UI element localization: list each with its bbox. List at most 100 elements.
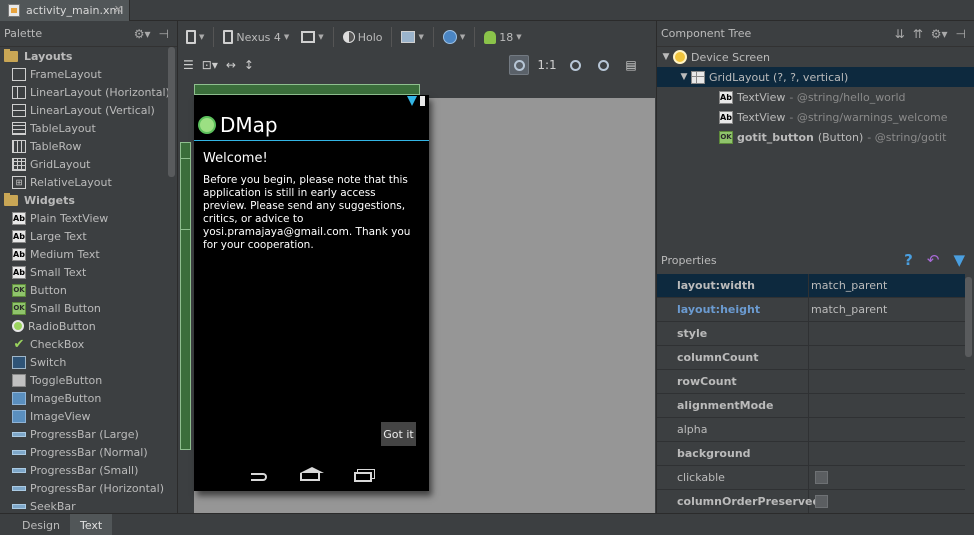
property-row-alignmentmode[interactable]: alignmentMode [657,394,965,418]
zoom-to-fit-button[interactable] [509,55,529,75]
gear-icon[interactable]: ⚙▾ [134,27,151,41]
gotit-button[interactable]: Got it [381,422,416,446]
palette-item-progressbar-small[interactable]: ProgressBar (Small) [0,461,177,479]
palette-category-layouts[interactable]: Layouts [0,47,177,65]
activity-selector[interactable]: ▼ [398,26,426,48]
property-row-columncount[interactable]: columnCount [657,346,965,370]
property-row-rowcount[interactable]: rowCount [657,370,965,394]
zoom-in-button[interactable] [565,55,585,75]
palette-item-framelayout[interactable]: FrameLayout [0,65,177,83]
property-value[interactable] [809,442,965,465]
tab-design[interactable]: Design [12,514,70,535]
toolbar-separator [474,27,476,47]
property-row-style[interactable]: style [657,322,965,346]
expand-all-icon[interactable]: ⇊ [895,27,905,41]
layout-toolbar: ☰ ⊡▾ ↔ ↕ 1:1 ▤ [179,53,655,77]
welcome-textview[interactable]: Welcome! [203,151,420,166]
palette-item-button[interactable]: OK Button [0,281,177,299]
property-row-alpha[interactable]: alpha [657,418,965,442]
file-icon [186,30,196,44]
theme-selector[interactable]: Holo [340,26,386,48]
hide-panel-icon[interactable]: ⊣ [159,27,169,41]
expand-triangle-icon[interactable]: ▼ [659,52,673,62]
collapse-all-icon[interactable]: ⇈ [913,27,923,41]
palette-item-checkbox[interactable]: ✔ CheckBox [0,335,177,353]
palette-item-switch[interactable]: Switch [0,353,177,371]
palette-item-progressbar-horizontal[interactable]: ProgressBar (Horizontal) [0,479,177,497]
tree-node-gotit-button[interactable]: OK gotit_button (Button) - @string/gotit [657,127,974,147]
palette-item-linearlayout-horizontal[interactable]: LinearLayout (Horizontal) [0,83,177,101]
expand-triangle-icon[interactable]: ▼ [677,72,691,82]
property-value[interactable] [809,394,965,417]
actual-size-button[interactable]: 1:1 [537,55,557,75]
property-row-columnorderpreserved[interactable]: columnOrderPreserved [657,490,965,514]
palette-item-progressbar-large[interactable]: ProgressBar (Large) [0,425,177,443]
properties-scrollbar[interactable] [965,277,972,357]
toolbar-separator [391,27,393,47]
orientation-button[interactable]: ▼ [298,26,326,48]
property-row-layout-height[interactable]: layout:height match_parent [657,298,965,322]
palette-item-radiobutton[interactable]: RadioButton [0,317,177,335]
tree-node-gridlayout[interactable]: ▼ GridLayout (?, ?, vertical) [657,67,974,87]
api-level-selector[interactable]: 18 ▼ [481,26,524,48]
palette-item-small-button[interactable]: OK Small Button [0,299,177,317]
property-value[interactable] [809,418,965,441]
palette-item-seekbar[interactable]: SeekBar [0,497,177,513]
relative-layout-icon: ⊞ [12,175,26,189]
palette-item-label: ProgressBar (Normal) [30,445,148,459]
gear-icon[interactable]: ⚙▾ [931,27,948,41]
palette-item-small-text[interactable]: Ab Small Text [0,263,177,281]
orientation-toggle-icon[interactable]: ☰ [183,58,194,72]
palette-item-togglebutton[interactable]: ToggleButton [0,371,177,389]
property-row-background[interactable]: background [657,442,965,466]
palette-item-progressbar-normal[interactable]: ProgressBar (Normal) [0,443,177,461]
editor-toolbar: ▼ Nexus 4 ▼ ▼ Holo ▼ ▼ 18 ▼ [179,21,655,53]
capture-button[interactable]: ▤ [621,55,641,75]
palette-item-imageview[interactable]: ImageView [0,407,177,425]
tree-node-textview-warnings[interactable]: Ab TextView - @string/warnings_welcome [657,107,974,127]
warning-textview[interactable]: Before you begin, please note that this … [203,174,418,252]
gravity-icon[interactable]: ⊡▾ [202,58,218,72]
palette-item-plain-textview[interactable]: Ab Plain TextView [0,209,177,227]
orientation-icon [301,31,316,43]
layout-variants-button[interactable]: ▼ [183,26,207,48]
theme-label: Holo [357,30,383,44]
tree-node-textview-hello[interactable]: Ab TextView - @string/hello_world [657,87,974,107]
device-selector[interactable]: Nexus 4 ▼ [220,26,292,48]
property-value[interactable] [809,322,965,345]
property-value[interactable]: match_parent [809,298,965,321]
design-canvas[interactable]: DMap Welcome! Before you begin, please n… [179,84,655,513]
palette-item-large-text[interactable]: Ab Large Text [0,227,177,245]
clickable-checkbox[interactable] [815,471,828,484]
palette-item-medium-text[interactable]: Ab Medium Text [0,245,177,263]
property-value[interactable]: match_parent [809,274,965,297]
editor-tab-activity-main[interactable]: activity_main.xml ✕ [0,0,130,21]
property-row-layout-width[interactable]: layout:width match_parent [657,274,965,298]
fill-height-icon[interactable]: ↕ [244,58,254,72]
fill-width-icon[interactable]: ↔ [226,58,236,72]
tree-node-device-screen[interactable]: ▼ Device Screen [657,47,974,67]
palette-item-imagebutton[interactable]: ImageButton [0,389,177,407]
grid-layout-icon [691,70,705,84]
palette-item-relativelayout[interactable]: ⊞ RelativeLayout [0,173,177,191]
palette-item-linearlayout-vertical[interactable]: LinearLayout (Vertical) [0,101,177,119]
property-value[interactable] [809,346,965,369]
undo-icon[interactable]: ↶ [927,251,940,269]
zoom-out-button[interactable] [593,55,613,75]
close-icon[interactable]: ✕ [114,3,123,16]
help-icon[interactable]: ? [904,251,913,269]
palette-item-tablerow[interactable]: TableRow [0,137,177,155]
locale-selector[interactable]: ▼ [440,26,468,48]
property-name: clickable [657,466,809,489]
palette-category-widgets[interactable]: Widgets [0,191,177,209]
palette-item-gridlayout[interactable]: GridLayout [0,155,177,173]
column-order-preserved-checkbox[interactable] [815,495,828,508]
property-value[interactable] [809,370,965,393]
palette-category-label: Layouts [24,49,73,63]
filter-icon[interactable]: ▼ [953,251,965,269]
property-row-clickable[interactable]: clickable [657,466,965,490]
tab-text[interactable]: Text [69,514,113,535]
hide-panel-icon[interactable]: ⊣ [956,27,966,41]
palette-item-tablelayout[interactable]: TableLayout [0,119,177,137]
palette-scrollbar[interactable] [168,47,175,177]
